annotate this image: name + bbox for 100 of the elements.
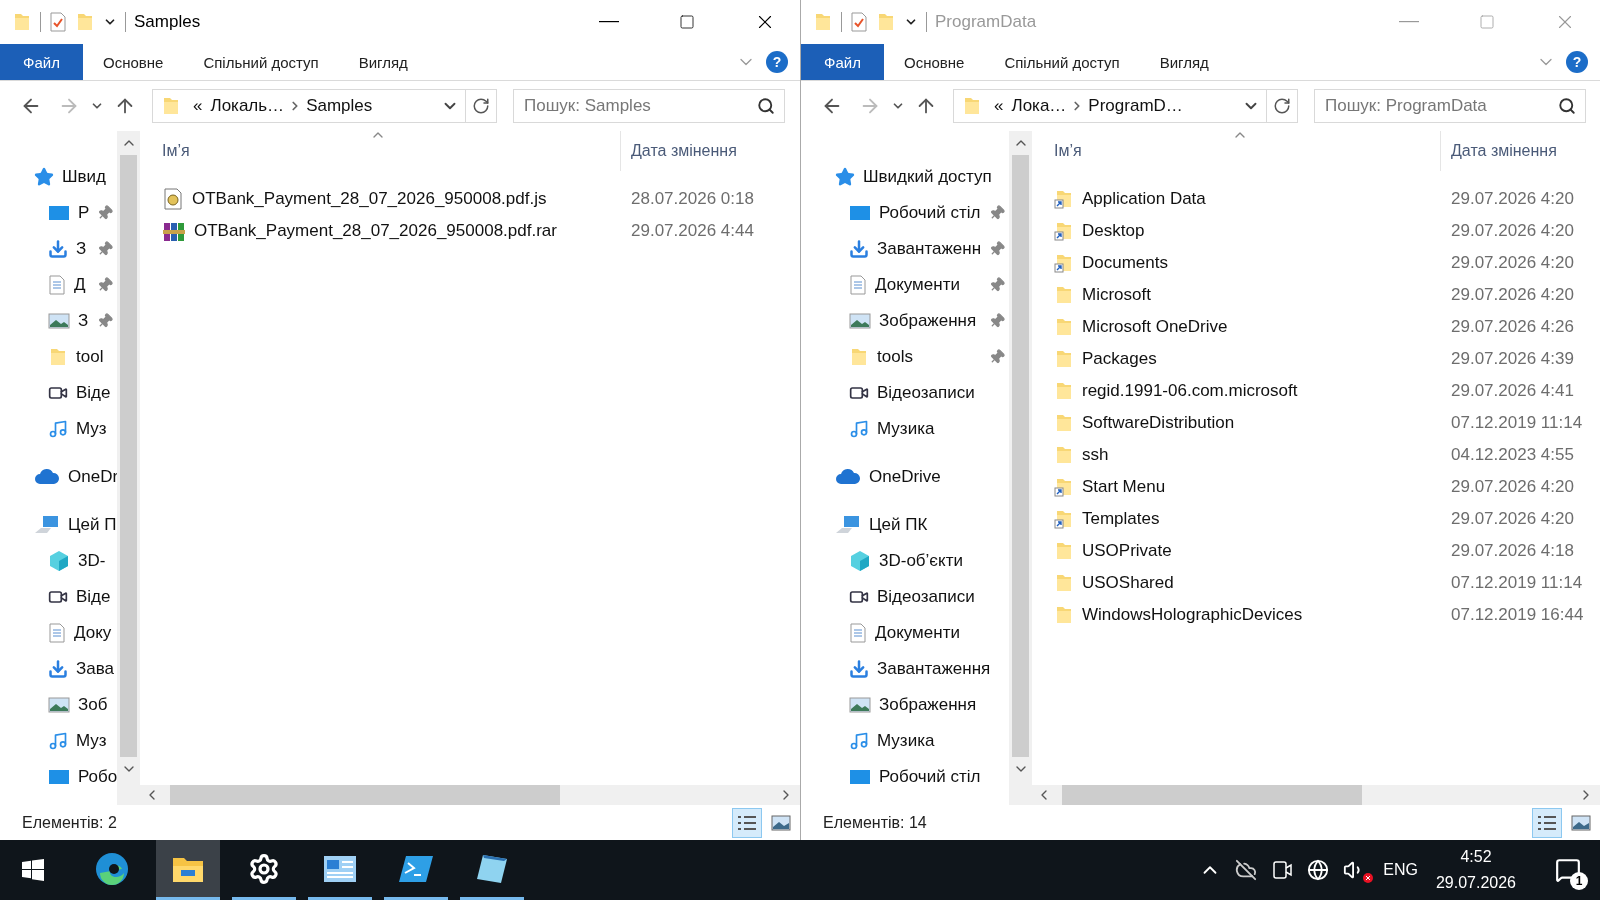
- nav-item[interactable]: Цей П: [68, 515, 113, 535]
- file-name[interactable]: SoftwareDistribution: [1082, 413, 1235, 433]
- nav-item[interactable]: Відеозаписи: [877, 587, 1005, 607]
- nav-item[interactable]: Зоб: [78, 695, 113, 715]
- taskbar-button[interactable]: [156, 840, 220, 900]
- file-menu-tab[interactable]: Файл: [0, 44, 83, 80]
- properties-icon[interactable]: [49, 12, 67, 32]
- file-name[interactable]: Documents: [1082, 253, 1168, 273]
- breadcrumb[interactable]: Локаль…: [206, 96, 289, 116]
- nav-item[interactable]: Цей ПК: [869, 515, 1005, 535]
- nav-item[interactable]: Віде: [76, 383, 113, 403]
- nav-item[interactable]: 3D-: [78, 551, 113, 571]
- column-header[interactable]: Ім’я: [140, 142, 620, 160]
- nav-item[interactable]: Музика: [877, 419, 1005, 439]
- file-name[interactable]: Templates: [1082, 509, 1160, 529]
- breadcrumb[interactable]: ProgramD…: [1084, 96, 1187, 116]
- camera-icon[interactable]: [1271, 859, 1294, 881]
- scrollbar-thumb[interactable]: [1012, 155, 1029, 757]
- breadcrumb[interactable]: Samples: [302, 96, 377, 116]
- ribbon-tab[interactable]: Вигляд: [338, 44, 428, 80]
- notepad-icon[interactable]: [475, 852, 509, 885]
- details-view-button[interactable]: [732, 807, 762, 838]
- column-header[interactable]: Дата змінення: [620, 131, 737, 171]
- file-name[interactable]: ssh: [1082, 445, 1109, 465]
- properties-icon[interactable]: [850, 12, 868, 32]
- search-field[interactable]: Пошук: Samples: [513, 89, 785, 123]
- nav-item[interactable]: Доку: [74, 623, 113, 643]
- cloud-offline-icon[interactable]: [1235, 859, 1258, 881]
- path-overflow[interactable]: «: [189, 96, 207, 116]
- breadcrumb[interactable]: Лока…: [1007, 96, 1071, 116]
- file-name[interactable]: USOPrivate: [1082, 541, 1172, 561]
- horizontal-scrollbar[interactable]: [1032, 785, 1600, 805]
- file-name[interactable]: USOShared: [1082, 573, 1174, 593]
- nav-item[interactable]: Робочий стіл: [879, 203, 981, 223]
- ribbon-tab[interactable]: Вигляд: [1139, 44, 1229, 80]
- nav-item[interactable]: tool: [76, 347, 113, 367]
- ribbon-tab[interactable]: Спільний доступ: [183, 44, 339, 80]
- notifications-button[interactable]: 1: [1550, 852, 1586, 888]
- scrollbar-thumb[interactable]: [120, 155, 137, 757]
- nav-item[interactable]: З: [78, 311, 89, 331]
- file-name[interactable]: Start Menu: [1082, 477, 1166, 497]
- nav-item[interactable]: Музика: [877, 731, 1005, 751]
- windows-logo-icon[interactable]: [22, 859, 44, 881]
- network-icon[interactable]: [1307, 859, 1330, 881]
- terminal-icon[interactable]: [398, 853, 434, 884]
- nav-item[interactable]: Документи: [875, 275, 981, 295]
- file-name[interactable]: Desktop: [1082, 221, 1145, 241]
- file-name[interactable]: Microsoft OneDrive: [1082, 317, 1228, 337]
- column-header[interactable]: Дата змінення: [1440, 131, 1557, 171]
- nav-item[interactable]: 3D-об’єкти: [879, 551, 1005, 571]
- nav-item[interactable]: Відеозаписи: [877, 383, 1005, 403]
- nav-item[interactable]: Зображення: [879, 311, 981, 331]
- browser-icon[interactable]: [94, 850, 130, 887]
- nav-item[interactable]: З: [76, 239, 89, 259]
- file-name[interactable]: Packages: [1082, 349, 1157, 369]
- nav-item[interactable]: Швид: [62, 167, 113, 187]
- nav-item[interactable]: Завантаженн: [877, 239, 981, 259]
- nav-item[interactable]: Документи: [875, 623, 1005, 643]
- language-indicator[interactable]: ENG: [1383, 861, 1418, 879]
- muted-speaker-icon[interactable]: [1343, 859, 1370, 881]
- column-header[interactable]: Ім’я: [1032, 142, 1440, 160]
- search-icon[interactable]: [757, 97, 775, 115]
- help-button[interactable]: ?: [1566, 51, 1588, 73]
- nav-item[interactable]: Д: [74, 275, 89, 295]
- nav-item[interactable]: Робочий стіл: [879, 767, 1005, 787]
- vertical-scrollbar[interactable]: [1009, 131, 1032, 805]
- file-name[interactable]: WindowsHolographicDevices: [1082, 605, 1303, 625]
- control-panel-icon[interactable]: [323, 854, 357, 883]
- ribbon-tab[interactable]: Основне: [884, 44, 985, 80]
- nav-item[interactable]: Віде: [76, 587, 113, 607]
- file-name[interactable]: OTBank_Payment_28_07_2026_950008.pdf.js: [192, 189, 547, 209]
- nav-item[interactable]: Зава: [76, 659, 113, 679]
- search-icon[interactable]: [1558, 97, 1576, 115]
- ribbon-tab[interactable]: Основне: [83, 44, 184, 80]
- nav-item[interactable]: Р: [78, 203, 89, 223]
- search-field[interactable]: Пошук: ProgramData: [1314, 89, 1586, 123]
- vertical-scrollbar[interactable]: [117, 131, 140, 805]
- scrollbar-thumb[interactable]: [170, 785, 560, 805]
- horizontal-scrollbar[interactable]: [140, 785, 800, 805]
- file-name[interactable]: Microsoft: [1082, 285, 1151, 305]
- file-name[interactable]: regid.1991-06.com.microsoft: [1082, 381, 1298, 401]
- address-bar[interactable]: « Лока… ProgramD…: [953, 89, 1298, 123]
- nav-item[interactable]: OneDrive: [869, 467, 1005, 487]
- nav-item[interactable]: Муз: [76, 731, 113, 751]
- nav-item[interactable]: Муз: [76, 419, 113, 439]
- nav-item[interactable]: Швидкий доступ: [863, 167, 1005, 187]
- clock[interactable]: 4:52 29.07.2026: [1435, 844, 1516, 896]
- nav-item[interactable]: tools: [877, 347, 981, 367]
- ribbon-tab[interactable]: Спільний доступ: [984, 44, 1140, 80]
- file-name[interactable]: OTBank_Payment_28_07_2026_950008.pdf.rar: [194, 221, 557, 241]
- scrollbar-thumb[interactable]: [1062, 785, 1362, 805]
- file-name[interactable]: Application Data: [1082, 189, 1206, 209]
- settings-icon[interactable]: [248, 852, 280, 885]
- details-view-button[interactable]: [1532, 807, 1562, 838]
- nav-item[interactable]: Завантаження: [877, 659, 1005, 679]
- path-overflow[interactable]: «: [990, 96, 1008, 116]
- help-button[interactable]: ?: [766, 51, 788, 73]
- address-bar[interactable]: « Локаль… Samples: [152, 89, 497, 123]
- nav-item[interactable]: Зображення: [879, 695, 1005, 715]
- file-menu-tab[interactable]: Файл: [801, 44, 884, 80]
